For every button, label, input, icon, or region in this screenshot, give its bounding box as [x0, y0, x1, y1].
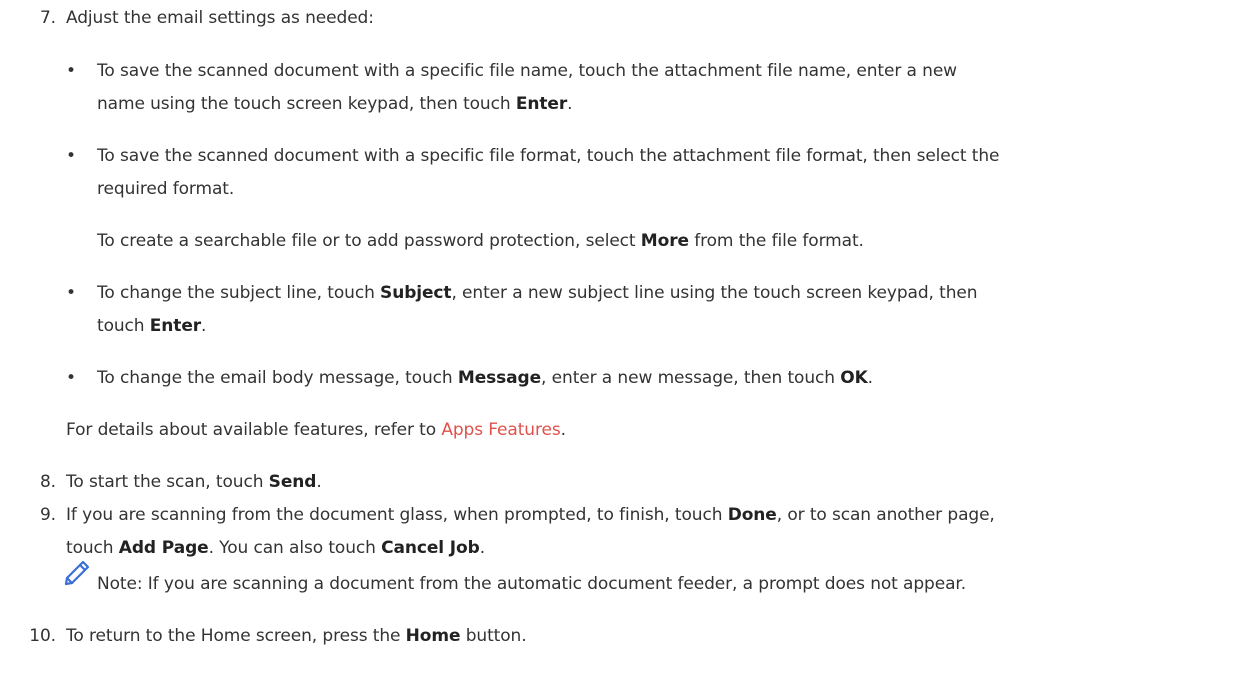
bullet-marker: •	[66, 146, 76, 166]
subject-ui-term: Subject	[380, 283, 452, 303]
bullet-1-line-2: name using the touch screen keypad, then…	[97, 94, 573, 114]
bullet-2-line-1: To save the scanned document with a spec…	[97, 146, 1000, 166]
cancel-job-ui-term: Cancel Job	[381, 538, 480, 558]
done-ui-term: Done	[727, 505, 777, 525]
add-page-ui-term: Add Page	[118, 538, 209, 558]
bullet-2-line-2: required format.	[97, 179, 235, 199]
bullet-marker: •	[66, 283, 76, 303]
step-10-number: 10.	[29, 626, 56, 646]
pencil-icon	[64, 560, 90, 586]
step-9-line-1: If you are scanning from the document gl…	[66, 505, 995, 525]
note-text: Note: If you are scanning a document fro…	[97, 574, 967, 594]
bullet-3-line-2: touch Enter.	[97, 316, 207, 336]
bullet-2-subparagraph: To create a searchable file or to add pa…	[97, 231, 864, 251]
enter-ui-term: Enter	[149, 316, 202, 336]
bullet-3-line-1: To change the subject line, touch Subjec…	[97, 283, 978, 303]
bullet-4-line-1: To change the email body message, touch …	[97, 368, 873, 388]
bullet-1-line-1: To save the scanned document with a spec…	[97, 61, 957, 81]
more-ui-term: More	[640, 231, 689, 251]
step-9-line-2: touch Add Page. You can also touch Cance…	[66, 538, 485, 558]
step-8-number: 8.	[39, 472, 56, 492]
step-7-number: 7.	[39, 8, 56, 28]
step-8-text: To start the scan, touch Send.	[66, 472, 322, 492]
step-9-number: 9.	[39, 505, 56, 525]
send-ui-term: Send	[268, 472, 317, 492]
ok-ui-term: OK	[840, 368, 868, 388]
apps-features-link[interactable]: Apps Features	[441, 420, 560, 440]
bullet-marker: •	[66, 368, 76, 388]
document-page: 7. Adjust the email settings as needed: …	[0, 0, 1260, 700]
details-line: For details about available features, re…	[66, 420, 566, 440]
home-ui-term: Home	[405, 626, 461, 646]
step-10-text: To return to the Home screen, press the …	[66, 626, 527, 646]
message-ui-term: Message	[457, 368, 542, 388]
enter-ui-term: Enter	[515, 94, 568, 114]
step-7-text: Adjust the email settings as needed:	[66, 8, 374, 28]
bullet-marker: •	[66, 61, 76, 81]
